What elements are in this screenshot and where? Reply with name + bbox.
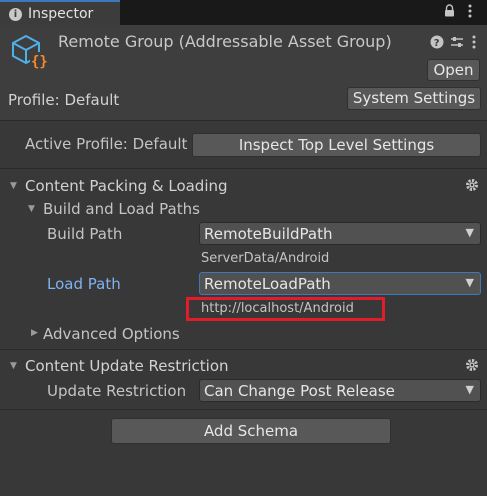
svg-text:{}: {} bbox=[31, 54, 48, 70]
highlight-box bbox=[186, 297, 385, 321]
page-title: Remote Group (Addressable Asset Group) bbox=[58, 32, 392, 51]
load-path-label: Load Path bbox=[47, 275, 121, 293]
build-path-dropdown[interactable]: RemoteBuildPath ▼ bbox=[199, 222, 481, 245]
active-profile-label: Active Profile: Default bbox=[25, 135, 188, 153]
build-load-paths-foldout[interactable]: Build and Load Paths bbox=[43, 200, 200, 218]
profile-label: Profile: Default bbox=[8, 91, 120, 109]
advanced-options-foldout[interactable]: Advanced Options bbox=[43, 325, 180, 343]
lock-icon[interactable] bbox=[444, 4, 455, 21]
content-update-foldout[interactable]: Content Update Restriction bbox=[25, 357, 229, 375]
update-restriction-value: Can Change Post Release bbox=[204, 382, 395, 400]
gear-icon[interactable] bbox=[465, 177, 479, 196]
tab-label: Inspector bbox=[28, 6, 94, 22]
triangle-right-icon[interactable]: ▶ bbox=[31, 328, 38, 338]
load-path-dropdown[interactable]: RemoteLoadPath ▼ bbox=[199, 272, 481, 295]
divider bbox=[0, 349, 487, 350]
help-icon[interactable]: ? bbox=[430, 34, 444, 53]
divider bbox=[0, 409, 487, 410]
build-path-value: RemoteBuildPath bbox=[204, 225, 333, 243]
svg-text:?: ? bbox=[434, 38, 440, 49]
load-path-value: RemoteLoadPath bbox=[204, 275, 331, 293]
triangle-down-icon[interactable]: ▼ bbox=[28, 204, 35, 214]
chevron-down-icon: ▼ bbox=[465, 226, 474, 239]
inspect-top-level-settings-button[interactable]: Inspect Top Level Settings bbox=[192, 133, 481, 157]
divider bbox=[0, 168, 487, 169]
addressable-group-icon: {} bbox=[10, 34, 50, 74]
build-path-label: Build Path bbox=[47, 225, 123, 243]
triangle-down-icon[interactable]: ▼ bbox=[10, 181, 17, 191]
kebab-menu-icon[interactable] bbox=[472, 34, 476, 53]
tab-inspector[interactable]: i Inspector bbox=[0, 0, 120, 25]
preset-icon[interactable] bbox=[450, 34, 464, 53]
build-path-resolved: ServerData/Android bbox=[201, 251, 330, 266]
system-settings-button[interactable]: System Settings bbox=[347, 87, 481, 110]
kebab-menu-icon[interactable] bbox=[468, 4, 472, 22]
chevron-down-icon: ▼ bbox=[465, 276, 474, 289]
info-icon: i bbox=[9, 8, 22, 21]
gear-icon[interactable] bbox=[465, 357, 479, 376]
update-restriction-dropdown[interactable]: Can Change Post Release ▼ bbox=[199, 379, 481, 402]
chevron-down-icon: ▼ bbox=[465, 383, 474, 396]
update-restriction-label: Update Restriction bbox=[47, 382, 187, 400]
open-button[interactable]: Open bbox=[427, 59, 480, 81]
content-packing-foldout[interactable]: Content Packing & Loading bbox=[25, 177, 228, 195]
triangle-down-icon[interactable]: ▼ bbox=[10, 361, 17, 371]
add-schema-button[interactable]: Add Schema bbox=[111, 418, 391, 444]
